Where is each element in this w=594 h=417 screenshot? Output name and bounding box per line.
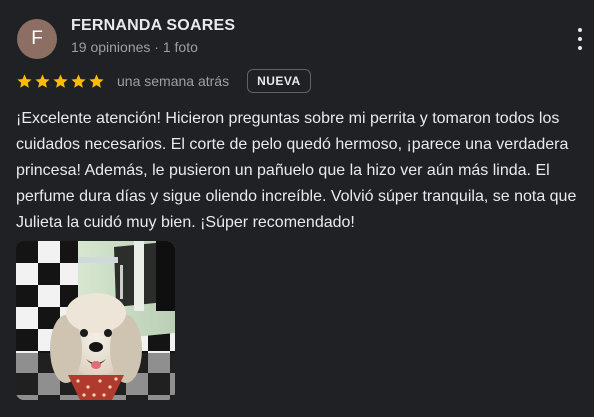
star-icon [53, 73, 68, 88]
dog-photo [16, 241, 175, 400]
author-name[interactable]: FERNANDA SOARES [71, 17, 235, 35]
review-photo[interactable] [16, 241, 175, 400]
star-icon [71, 73, 86, 88]
review-card: F FERNANDA SOARES 19 opiniones · 1 foto … [0, 0, 594, 417]
star-icon [35, 73, 50, 88]
star-rating [16, 73, 105, 90]
avatar[interactable]: F [17, 19, 57, 59]
rating-row: una semana atrás NUEVA [16, 68, 311, 94]
star-icon [89, 73, 104, 88]
review-text: ¡Excelente atención! Hicieron preguntas … [16, 110, 577, 231]
author-meta: 19 opiniones · 1 foto [71, 39, 198, 55]
more-options-button[interactable] [570, 26, 590, 52]
time-ago: una semana atrás [117, 73, 230, 89]
new-badge: NUEVA [247, 69, 311, 93]
star-icon [17, 73, 32, 88]
more-vert-icon [578, 28, 582, 32]
